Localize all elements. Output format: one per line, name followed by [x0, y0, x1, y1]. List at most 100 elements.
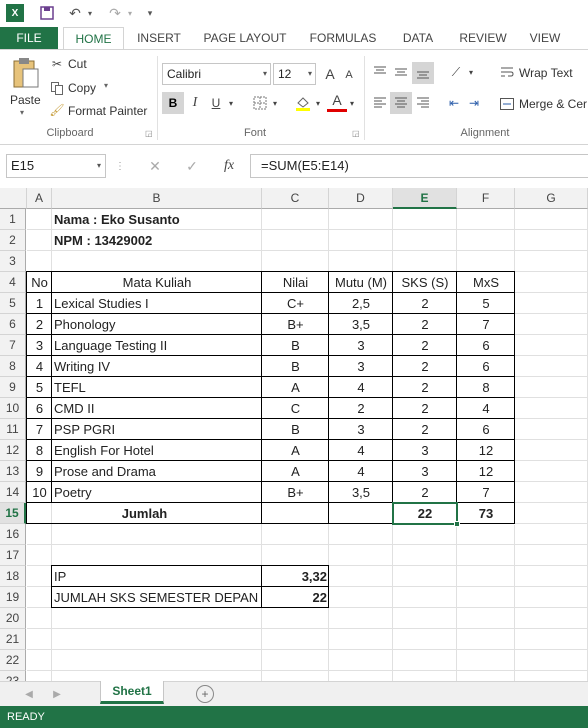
row-header[interactable]: 22: [0, 650, 26, 671]
table-cell[interactable]: 2: [329, 398, 393, 419]
column-header-e[interactable]: E: [393, 188, 457, 209]
table-cell[interactable]: 3: [27, 335, 52, 356]
name-cell[interactable]: Nama : Eko Susanto: [52, 209, 182, 230]
paste-dropdown-icon[interactable]: ▾: [20, 108, 24, 117]
table-cell[interactable]: 2: [393, 482, 457, 503]
row-header[interactable]: 21: [0, 629, 26, 650]
font-name-select[interactable]: Calibri ▾: [162, 63, 271, 85]
row-header[interactable]: 2: [0, 230, 26, 251]
row-header[interactable]: 5: [0, 293, 26, 314]
undo-dropdown-icon[interactable]: ▾: [84, 4, 96, 22]
formula-input[interactable]: =SUM(E5:E14): [250, 154, 588, 178]
cut-icon[interactable]: ✂: [50, 57, 64, 71]
scroll-right-icon[interactable]: ▶: [50, 685, 64, 703]
table-cell[interactable]: 2: [393, 398, 457, 419]
row-header[interactable]: 12: [0, 440, 26, 461]
undo-icon[interactable]: ↶: [66, 4, 84, 22]
bottom-align-icon[interactable]: [412, 62, 434, 84]
header-no[interactable]: No: [27, 272, 52, 293]
table-cell[interactable]: 3: [393, 440, 457, 461]
table-cell[interactable]: 2: [393, 377, 457, 398]
table-cell[interactable]: 12: [457, 440, 515, 461]
font-color-dropdown-icon[interactable]: ▾: [347, 92, 357, 114]
underline-dropdown-icon[interactable]: ▾: [226, 92, 236, 114]
table-cell[interactable]: 2: [393, 293, 457, 314]
column-header-c[interactable]: C: [262, 188, 329, 209]
font-size-select[interactable]: 12 ▾: [273, 63, 316, 85]
table-cell[interactable]: 3: [329, 356, 393, 377]
wrap-text-icon[interactable]: [498, 62, 516, 82]
bold-button[interactable]: B: [162, 92, 184, 114]
redo-dropdown-icon[interactable]: ▾: [124, 4, 136, 22]
align-left-icon[interactable]: [370, 93, 390, 113]
top-align-icon[interactable]: [370, 62, 390, 82]
select-all-corner[interactable]: [0, 188, 27, 209]
tab-insert[interactable]: INSERT: [130, 27, 188, 49]
table-cell[interactable]: 3: [329, 335, 393, 356]
table-cell[interactable]: 4: [329, 377, 393, 398]
table-cell[interactable]: Lexical Studies I: [52, 293, 262, 314]
row-header[interactable]: 18: [0, 566, 26, 587]
table-cell[interactable]: 6: [457, 335, 515, 356]
table-cell[interactable]: B+: [262, 314, 329, 335]
total-mxs-cell[interactable]: 73: [457, 503, 515, 524]
font-color-icon[interactable]: A: [327, 90, 347, 112]
tab-data[interactable]: DATA: [393, 27, 443, 49]
table-cell[interactable]: 2,5: [329, 293, 393, 314]
table-cell[interactable]: 3,5: [329, 314, 393, 335]
table-cell[interactable]: Poetry: [52, 482, 262, 503]
underline-button[interactable]: U: [207, 92, 225, 114]
redo-icon[interactable]: ↷: [106, 4, 124, 22]
column-header-d[interactable]: D: [329, 188, 393, 209]
table-cell[interactable]: 9: [27, 461, 52, 482]
borders-dropdown-icon[interactable]: ▾: [270, 92, 280, 114]
table-cell[interactable]: Phonology: [52, 314, 262, 335]
cut-button[interactable]: Cut: [68, 57, 87, 71]
table-cell[interactable]: Writing IV: [52, 356, 262, 377]
table-cell[interactable]: PSP PGRI: [52, 419, 262, 440]
name-box[interactable]: E15 ▾: [6, 154, 106, 178]
align-right-icon[interactable]: [413, 93, 433, 113]
column-header-a[interactable]: A: [27, 188, 52, 209]
drag-handle-icon[interactable]: ⋮: [114, 156, 126, 176]
save-icon[interactable]: [38, 4, 56, 22]
copy-icon[interactable]: [50, 81, 64, 95]
tab-file[interactable]: FILE: [0, 27, 58, 49]
excel-icon[interactable]: X: [6, 4, 24, 22]
italic-button[interactable]: I: [186, 92, 204, 114]
table-cell[interactable]: A: [262, 377, 329, 398]
copy-button[interactable]: Copy: [68, 81, 96, 95]
scroll-left-icon[interactable]: ◀: [22, 685, 36, 703]
fill-handle[interactable]: [454, 521, 460, 527]
format-painter-icon[interactable]: 🖌: [49, 103, 64, 117]
shrink-font-icon[interactable]: A: [342, 66, 356, 84]
table-cell[interactable]: B: [262, 356, 329, 377]
table-cell[interactable]: 5: [27, 377, 52, 398]
row-header[interactable]: 6: [0, 314, 26, 335]
table-cell[interactable]: CMD II: [52, 398, 262, 419]
increase-indent-icon[interactable]: ⇥: [464, 93, 484, 113]
column-header-g[interactable]: G: [515, 188, 588, 209]
table-cell[interactable]: 4: [27, 356, 52, 377]
table-cell[interactable]: Prose and Drama: [52, 461, 262, 482]
table-cell[interactable]: B: [262, 419, 329, 440]
merge-icon[interactable]: [498, 94, 516, 114]
next-sks-label[interactable]: JUMLAH SKS SEMESTER DEPAN: [52, 587, 260, 608]
table-cell[interactable]: 10: [27, 482, 52, 503]
table-cell[interactable]: 2: [27, 314, 52, 335]
row-header[interactable]: 10: [0, 398, 26, 419]
middle-align-icon[interactable]: [391, 62, 411, 82]
table-cell[interactable]: 2: [393, 419, 457, 440]
table-cell[interactable]: 3,5: [329, 482, 393, 503]
cancel-icon[interactable]: ✕: [146, 156, 164, 176]
table-cell[interactable]: 5: [457, 293, 515, 314]
table-cell[interactable]: 7: [27, 419, 52, 440]
orientation-icon[interactable]: ⟋: [446, 62, 466, 82]
total-label[interactable]: Jumlah: [27, 503, 262, 524]
borders-icon[interactable]: [250, 92, 270, 114]
row-header[interactable]: 9: [0, 377, 26, 398]
table-cell[interactable]: 4: [329, 461, 393, 482]
insert-function-button[interactable]: fx: [219, 156, 239, 176]
row-header[interactable]: 11: [0, 419, 26, 440]
table-cell[interactable]: A: [262, 440, 329, 461]
